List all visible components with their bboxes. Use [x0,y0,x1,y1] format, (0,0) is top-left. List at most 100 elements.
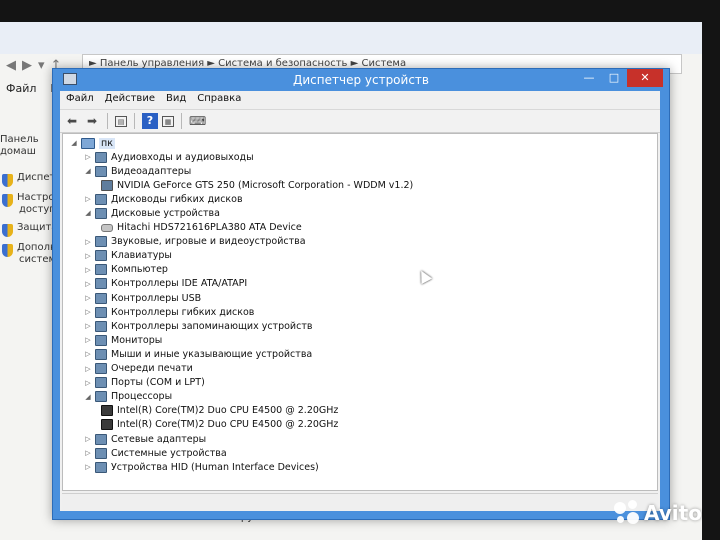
tree-item-label: Звуковые, игровые и видеоустройства [111,236,306,248]
tree-category[interactable]: ◢ Дисковые устройства [83,206,220,220]
tree-category[interactable]: ◢ Процессоры [83,390,172,404]
properties-icon[interactable]: ▤ [115,115,127,127]
tree-item-label: Мыши и иные указывающие устройства [111,348,313,360]
tree-category[interactable]: ▷ Контроллеры запоминающих устройств [83,319,312,333]
avito-logo-text: Avito [644,501,702,525]
shield-icon [2,174,13,187]
background-titlebar [0,22,702,54]
background-menu-file[interactable]: Файл [6,82,36,98]
tree-item-label: Hitachi HDS721616PLA380 ATA Device [117,222,302,233]
tree-category[interactable]: ▷ Аудиовходы и аудиовыходы [83,150,254,164]
tree-category[interactable]: ◢ Видеоадаптеры [83,164,191,178]
shield-icon [2,194,13,207]
tree-device[interactable]: Intel(R) Core(TM)2 Duo CPU E4500 @ 2.20G… [99,418,338,432]
avito-watermark: Avito [614,500,702,526]
tree-category[interactable]: ▷ Компьютер [83,263,168,277]
expand-icon[interactable]: ▷ [83,294,93,302]
tree-category[interactable]: ▷ Дисководы гибких дисков [83,192,243,206]
tree-item-label: Дисководы гибких дисков [111,193,243,205]
expand-icon[interactable]: ▷ [83,435,93,443]
device-category-icon [95,433,107,445]
close-button[interactable]: ✕ [627,69,663,87]
expand-icon[interactable]: ▷ [83,365,93,373]
left-link-home-2[interactable]: домаш [0,146,36,157]
expand-icon[interactable]: ▷ [83,322,93,330]
tree-device[interactable]: NVIDIA GeForce GTS 250 (Microsoft Corpor… [99,178,413,192]
collapse-icon[interactable]: ◢ [69,139,79,147]
device-manager-window: Диспетчер устройств — □ ✕ Файл Действие … [52,68,670,520]
maximize-button[interactable]: □ [603,69,625,87]
forward-icon[interactable]: ➡ [84,113,100,129]
minimize-button[interactable]: — [577,69,601,87]
device-category-icon [95,306,107,318]
help-icon[interactable]: ? [142,113,158,129]
tree-category[interactable]: ▷ Устройства HID (Human Interface Devices… [83,460,319,474]
device-category-icon [95,377,107,389]
expand-icon[interactable]: ▷ [83,350,93,358]
device-manager-titlebar[interactable]: Диспетчер устройств — □ ✕ [53,69,669,91]
tree-item-label: Intel(R) Core(TM)2 Duo CPU E4500 @ 2.20G… [117,405,339,417]
expand-icon[interactable]: ▷ [83,238,93,246]
expand-icon[interactable]: ▷ [83,308,93,316]
tree-category[interactable]: ▷ Мыши и иные указывающие устройства [83,347,312,361]
scan-icon[interactable]: ⌨ [189,113,206,129]
tree-item-label: Дисковые устройства [111,207,220,219]
device-category-icon [95,320,107,332]
tree-item-label: Системные устройства [111,447,227,459]
tree-category[interactable]: ▷ Контроллеры IDE ATA/ATAPI [83,277,247,291]
collapse-icon[interactable]: ◢ [83,393,93,401]
device-category-icon [95,236,107,248]
menu-action[interactable]: Действие [105,93,155,107]
tree-item-label: Компьютер [111,264,168,276]
tree-item-label: NVIDIA GeForce GTS 250 (Microsoft Corpor… [117,179,414,191]
tree-item-label: Видеоадаптеры [111,165,192,177]
tree-item-label: Порты (COM и LPT) [111,377,205,389]
device-category-icon [95,363,107,374]
tree-root[interactable]: ◢ пк [69,136,115,150]
expand-icon[interactable]: ▷ [83,463,93,471]
expand-icon[interactable]: ▷ [83,379,93,387]
left-link-home[interactable]: Панель [0,134,39,145]
device-category-icon [95,193,107,205]
device-tree[interactable]: ◢ пк ▷ Аудиовходы и аудиовыходы ◢ Видеоадап… [62,133,658,491]
view-icon[interactable]: ▦ [162,115,174,127]
tree-category[interactable]: ▷ Порты (COM и LPT) [83,376,205,390]
tree-item-label: Клавиатуры [111,250,172,262]
expand-icon[interactable]: ▷ [83,336,93,344]
expand-icon[interactable]: ▷ [83,153,93,161]
tree-device[interactable]: Hitachi HDS721616PLA380 ATA Device [99,221,302,235]
menu-help[interactable]: Справка [197,93,241,107]
menu-view[interactable]: Вид [166,93,186,107]
collapse-icon[interactable]: ◢ [83,167,93,175]
tree-item-label: Процессоры [111,391,173,403]
avito-logo-icon [614,500,640,526]
collapse-icon[interactable]: ◢ [83,209,93,217]
back-icon[interactable]: ⬅ [64,113,80,129]
tree-category[interactable]: ▷ Мониторы [83,333,162,347]
expand-icon[interactable]: ▷ [83,449,93,457]
menu-file[interactable]: Файл [66,93,94,107]
computer-icon [81,137,95,149]
device-category-icon [95,391,107,403]
expand-icon[interactable]: ▷ [83,280,93,288]
tree-device[interactable]: Intel(R) Core(TM)2 Duo CPU E4500 @ 2.20G… [99,404,338,418]
tree-category[interactable]: ▷ Контроллеры гибких дисков [83,305,254,319]
expand-icon[interactable]: ▷ [83,266,93,274]
tree-category[interactable]: ▷ Сетевые адаптеры [83,432,206,446]
toolbar-separator [134,113,135,129]
toolbar: ⬅ ➡ ▤ ? ▦ ⌨ [60,109,660,133]
tree-item-label: Очереди печати [111,363,193,374]
tree-category[interactable]: ▷ Очереди печати [83,362,193,376]
left-link-protection[interactable]: Защита [0,222,57,237]
tree-item-label: Контроллеры IDE ATA/ATAPI [111,278,248,290]
tree-category[interactable]: ▷ Системные устройства [83,446,227,460]
expand-icon[interactable]: ▷ [83,252,93,260]
tree-item-label: Сетевые адаптеры [111,433,207,445]
expand-icon[interactable]: ▷ [83,195,93,203]
tree-item-label: Intel(R) Core(TM)2 Duo CPU E4500 @ 2.20G… [117,419,339,431]
tree-item-label: Аудиовходы и аудиовыходы [111,151,254,163]
tree-category[interactable]: ▷ Звуковые, игровые и видеоустройства [83,235,306,249]
device-category-icon [95,334,107,346]
tree-category[interactable]: ▷ Контроллеры USB [83,291,201,305]
tree-category[interactable]: ▷ Клавиатуры [83,249,172,263]
